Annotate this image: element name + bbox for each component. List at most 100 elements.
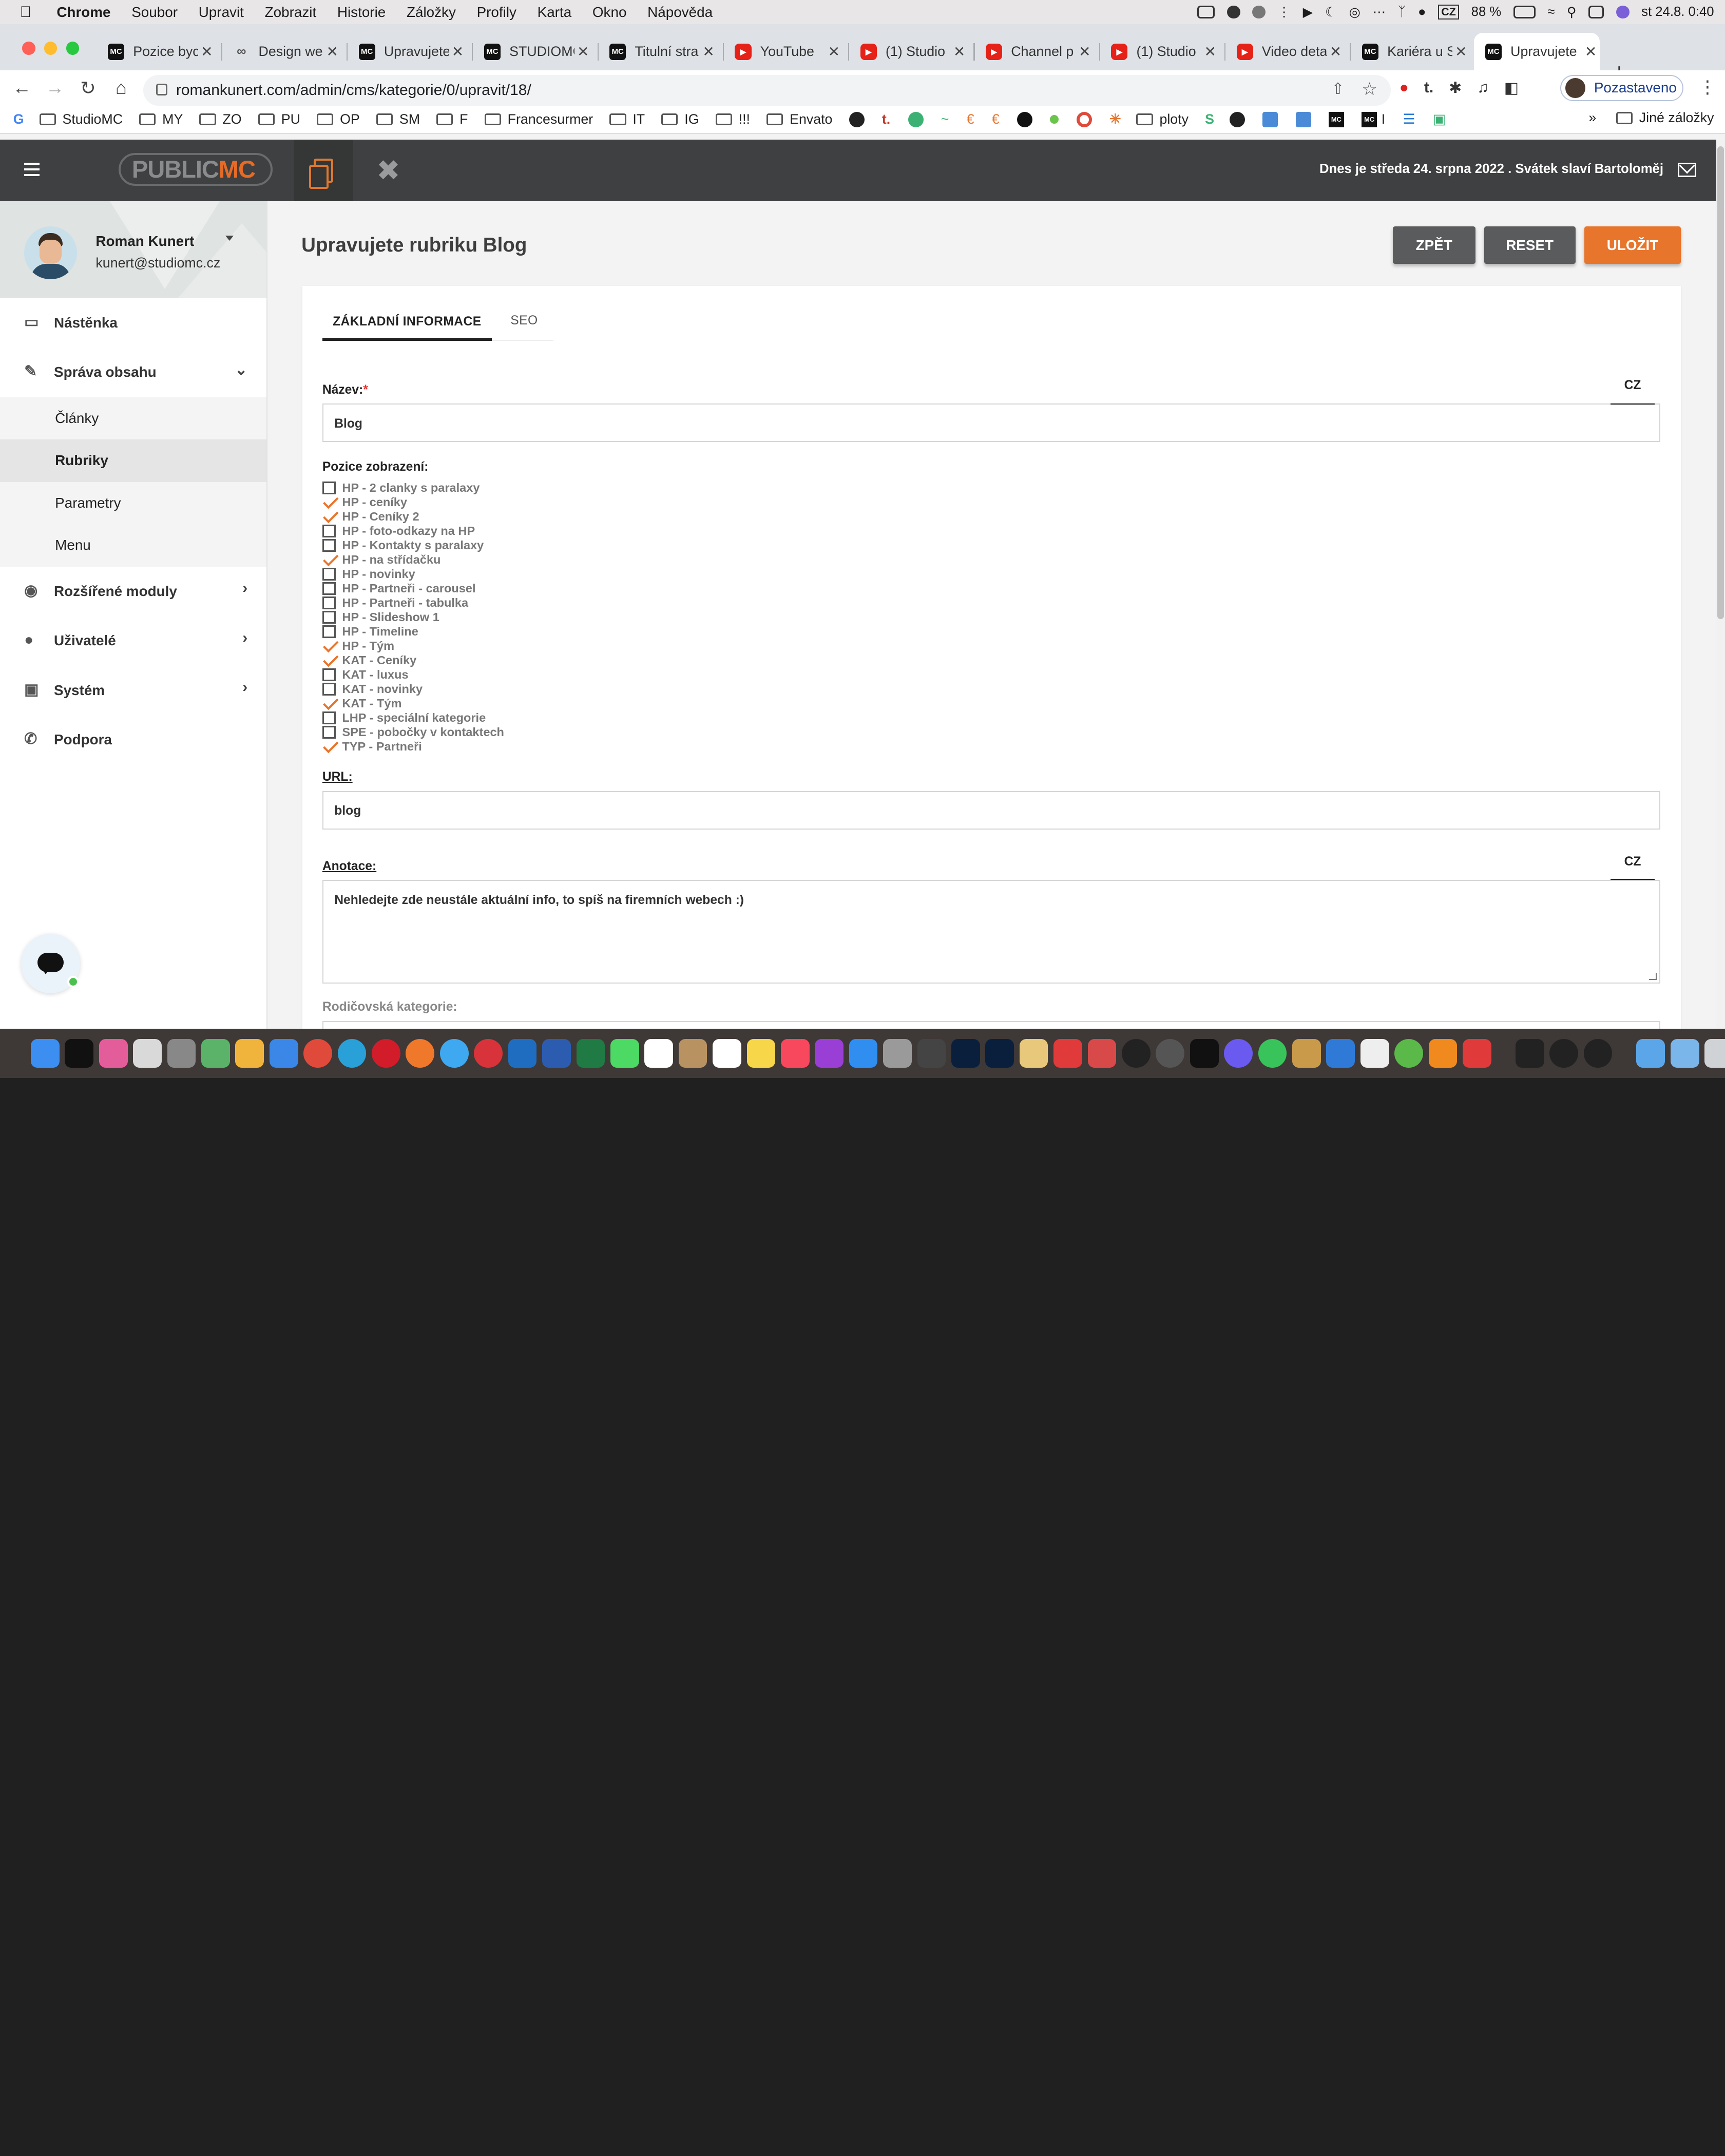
sidebar-item-users[interactable]: ● Uživatelé ›: [0, 616, 266, 665]
bookmark-folder[interactable]: SM: [376, 111, 420, 127]
euro-icon[interactable]: €: [992, 111, 1000, 127]
mc-icon[interactable]: MC: [1328, 111, 1344, 127]
menu-app[interactable]: Chrome: [56, 4, 110, 21]
menu-help[interactable]: Nápověda: [647, 4, 713, 21]
folder-icon[interactable]: [1636, 1038, 1665, 1068]
browser-tab[interactable]: MCSTUDIOMC✕: [477, 33, 592, 70]
mc-icon[interactable]: MC: [1362, 111, 1377, 127]
chrome-icon[interactable]: [303, 1038, 332, 1068]
sidebar-item-content[interactable]: ✎ Správa obsahu ⌄: [0, 348, 266, 397]
language-tab-cz[interactable]: CZ: [1611, 374, 1655, 405]
control-center-icon[interactable]: [1588, 5, 1604, 19]
podcasts-icon[interactable]: [815, 1038, 844, 1068]
browser-tab-active[interactable]: MC Upravujete ✕: [1474, 33, 1600, 71]
browser-tab[interactable]: ▶ (1) Studio ✕: [854, 33, 968, 70]
reset-button[interactable]: RESET: [1484, 226, 1576, 264]
photoshop-icon[interactable]: [951, 1038, 980, 1068]
disk-icon[interactable]: [917, 1038, 946, 1068]
circle-icon[interactable]: [1017, 111, 1033, 127]
creative-cloud-icon[interactable]: [1226, 5, 1240, 19]
close-tab-icon[interactable]: ✕: [1201, 43, 1219, 60]
photos-icon[interactable]: [235, 1038, 264, 1068]
bookmark-folder[interactable]: StudioMC: [39, 111, 123, 127]
position-checkbox[interactable]: KAT - novinky: [322, 682, 504, 696]
position-checkbox[interactable]: HP - ceníky: [322, 495, 504, 509]
close-tab-icon[interactable]: ✕: [574, 43, 592, 60]
bookmark-folder[interactable]: Envato: [766, 111, 832, 127]
language-tab-cz[interactable]: CZ: [1611, 850, 1655, 881]
bookmark-folder[interactable]: Francesurmer: [484, 111, 593, 127]
checkbox-icon[interactable]: [322, 610, 336, 624]
textedit-icon[interactable]: [1360, 1038, 1389, 1068]
scrollbar-thumb[interactable]: [1717, 146, 1724, 620]
checkmark-icon[interactable]: [322, 640, 336, 653]
app-store-icon[interactable]: [849, 1038, 878, 1068]
side-panel-icon[interactable]: ◧: [1504, 79, 1519, 97]
checkbox-icon[interactable]: [322, 524, 336, 538]
checkmark-icon[interactable]: [322, 496, 336, 509]
cloud-icon[interactable]: [1252, 5, 1266, 19]
trash-icon[interactable]: [1704, 1038, 1725, 1068]
close-tab-icon[interactable]: ✕: [1327, 43, 1344, 60]
mail-icon[interactable]: [1677, 163, 1697, 177]
browser-tab[interactable]: ▶ (1) Studio ✕: [1104, 33, 1219, 70]
chatgpt-icon[interactable]: [908, 111, 924, 127]
checkbox-icon[interactable]: [322, 582, 336, 595]
checkbox-icon[interactable]: [322, 668, 336, 682]
sidebar-item-modules[interactable]: ◉ Rozšířené moduly ›: [0, 567, 266, 616]
input-source[interactable]: CZ: [1437, 5, 1460, 20]
close-tab-icon[interactable]: ✕: [323, 43, 341, 60]
tab-basic-info[interactable]: ZÁKLADNÍ INFORMACE: [322, 310, 492, 341]
sidebar-item-support[interactable]: ✆ Podpora: [0, 715, 266, 764]
whatsapp-icon[interactable]: [1258, 1038, 1287, 1068]
translate-icon[interactable]: [1262, 111, 1278, 127]
bookmark-folder[interactable]: ZO: [199, 111, 242, 127]
position-checkbox[interactable]: HP - Tým: [322, 639, 504, 653]
wifi-icon[interactable]: ≈: [1547, 5, 1555, 20]
browser-tab[interactable]: MC Pozice byc ✕: [101, 33, 216, 70]
finder-icon[interactable]: [31, 1038, 60, 1068]
browser-tab[interactable]: MC Upravujete ✕: [352, 33, 467, 70]
puzzle-extensions-icon[interactable]: ✱: [1449, 79, 1462, 97]
checkbox-icon[interactable]: [322, 625, 336, 639]
menu-tab[interactable]: Karta: [538, 4, 572, 21]
position-checkbox[interactable]: HP - Partneři - tabulka: [322, 595, 504, 610]
minimize-window-button[interactable]: [44, 42, 57, 55]
sidebar-subitem-parameters[interactable]: Parametry: [0, 482, 266, 525]
excel-icon[interactable]: [576, 1038, 605, 1068]
address-bar[interactable]: romankunert.com/admin/cms/kategorie/0/up…: [143, 74, 1391, 106]
menu-edit[interactable]: Upravit: [199, 4, 244, 21]
dot-icon[interactable]: [1050, 114, 1059, 124]
hamburger-menu-icon[interactable]: [24, 163, 40, 179]
position-checkbox[interactable]: KAT - luxus: [322, 667, 504, 682]
name-input[interactable]: Blog: [322, 403, 1660, 442]
checkmark-icon[interactable]: [322, 510, 336, 524]
obs-icon[interactable]: [1583, 1038, 1613, 1068]
close-tab-icon[interactable]: ✕: [950, 43, 968, 60]
menu-profiles[interactable]: Profily: [477, 4, 516, 21]
sidebar-subitem-menu[interactable]: Menu: [0, 524, 266, 567]
expand-icon[interactable]: ▣: [1433, 111, 1446, 127]
creative-cloud-icon[interactable]: [1463, 1038, 1491, 1068]
bluetooth-icon[interactable]: ᛉ: [1398, 5, 1406, 20]
back-button[interactable]: ZPĚT: [1392, 226, 1475, 264]
position-checkbox[interactable]: HP - novinky: [322, 567, 504, 581]
close-tab-icon[interactable]: ✕: [198, 43, 216, 60]
menu-bookmarks[interactable]: Záložky: [407, 4, 456, 21]
user-dropdown-icon[interactable]: [225, 235, 234, 241]
position-checkbox[interactable]: HP - foto-odkazy na HP: [322, 524, 504, 538]
airdrop-icon[interactable]: ◎: [1349, 5, 1360, 20]
audio-icon[interactable]: [1190, 1038, 1219, 1068]
bookmark-i[interactable]: I: [1382, 111, 1385, 127]
tampermonkey-extension-icon[interactable]: t.: [1424, 79, 1433, 97]
opera-icon[interactable]: [372, 1038, 400, 1068]
obs-icon[interactable]: [1122, 1038, 1151, 1068]
close-tab-icon[interactable]: ✕: [825, 43, 842, 60]
bookmark-folder[interactable]: IT: [609, 111, 645, 127]
reload-icon[interactable]: ↻: [71, 77, 104, 99]
preview-icon[interactable]: [133, 1038, 162, 1068]
avatar[interactable]: [24, 226, 77, 280]
reminders-icon[interactable]: [713, 1038, 741, 1068]
annotation-textarea[interactable]: Nehledejte zde neustále aktuální info, t…: [322, 880, 1660, 984]
obs-icon[interactable]: [1549, 1038, 1578, 1068]
